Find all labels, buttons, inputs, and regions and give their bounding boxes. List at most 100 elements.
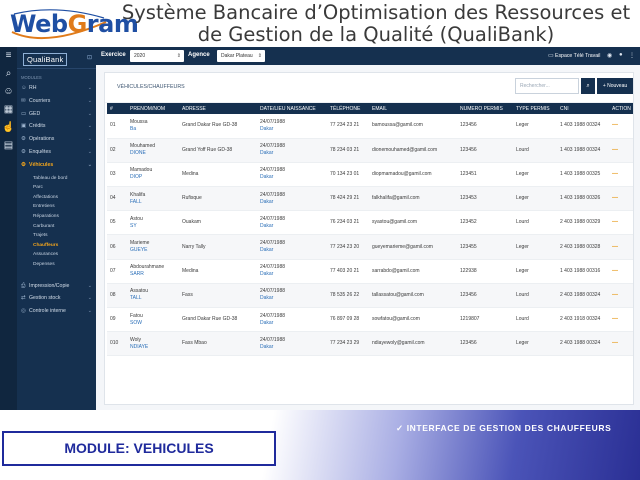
prenom: Fatou <box>130 312 143 319</box>
column-header: EMAIL <box>369 103 457 114</box>
gear-icon: ⚙ <box>21 136 26 143</box>
pin-icon[interactable]: ⊡ <box>87 54 92 61</box>
card-title: VÉHICULES/CHAUFFEURS <box>117 84 185 90</box>
column-header: ACTION <box>609 103 633 114</box>
name-cell: Woly NDIAYE <box>127 331 179 357</box>
user-icon[interactable]: ☺ <box>0 83 17 101</box>
phone-cell: 77 234 23 20 <box>327 234 369 260</box>
sidebar-item-cr-dits[interactable]: ▣ Crédits ⌄ <box>17 120 96 133</box>
action-cell: — <box>609 210 633 236</box>
espace-teletravail-link[interactable]: Espace Télé Travail <box>555 53 600 59</box>
permis-number-cell: 123455 <box>457 234 513 260</box>
agence-select[interactable]: Dakar Plateau ⇕ <box>217 50 265 62</box>
exercice-select[interactable]: 2020 ⇕ <box>130 50 184 62</box>
sidebar-item-gestion-stock[interactable]: ⇄ Gestion stock ⌄ <box>17 292 96 305</box>
sidebar-item-courriers[interactable]: ✉ Courriers ⌄ <box>17 95 96 108</box>
sidebar-item-rh[interactable]: ☺ RH ⌄ <box>17 82 96 95</box>
column-header: DATE/LIEU NAISSANCE <box>257 103 327 114</box>
slide-title: Système Bancaire d’Optimisation des Ress… <box>121 1 631 46</box>
exercice-select-value: 2020 <box>134 53 146 59</box>
agence-label: Agence <box>188 52 210 58</box>
sidebar-subitem-r-parations[interactable]: Réparations <box>17 212 96 222</box>
search-icon: ⌕ <box>586 83 590 89</box>
sidebar-item-op-rations[interactable]: ⚙ Opérations ⌄ <box>17 133 96 146</box>
sidebar-item-label: Enquêtes <box>29 148 51 155</box>
permis-type-cell: Lourd <box>513 138 557 163</box>
sidebar-subitem-depenses[interactable]: Depenses <box>17 260 96 270</box>
name-cell: Fatou SOW <box>127 307 179 333</box>
chauffeurs-table: # PRENOM/NOM ADRESSE DATE/LIEU NAISSANCE TÉL… <box>107 103 633 357</box>
permis-number-cell: 1219807 <box>457 307 513 333</box>
name-cell: Abdourahmane SARR <box>127 259 179 284</box>
table-row: 01 Moussa Ba Grand Dakar Rue GD-38 24/07/198… <box>107 114 633 139</box>
sidebar-subitem-assurances[interactable]: Assurances <box>17 250 96 260</box>
action-menu-button[interactable]: — <box>612 122 618 128</box>
prenom: Assatou <box>130 288 149 295</box>
email-cell: dionemouhamed@gamil.com <box>369 138 457 163</box>
action-menu-button[interactable]: — <box>612 244 618 250</box>
table-header-row: # PRENOM/NOM ADRESSE DATE/LIEU NAISSANCE TÉL… <box>107 103 633 114</box>
name-cell: Assatou TALL <box>127 283 179 309</box>
action-menu-button[interactable]: — <box>612 147 618 153</box>
icon-bar: ≡ ⌕ ☺ ▦ ☝ ▤ <box>0 47 17 410</box>
action-menu-button[interactable]: — <box>612 195 618 201</box>
permis-number-cell: 123456 <box>457 283 513 309</box>
sidebar-subitem-entretiens[interactable]: Entretiens <box>17 202 96 212</box>
user-profile-icon[interactable]: ● <box>619 52 623 58</box>
action-cell: — <box>609 162 633 188</box>
action-menu-button[interactable]: — <box>612 219 618 225</box>
action-cell: — <box>609 114 633 139</box>
table-row: 010 Woly NDIAYE Fass Mbao 24/07/1988 Dakar 77 … <box>107 331 633 357</box>
name-cell: Mouhamed DIONE <box>127 138 179 163</box>
notification-icon[interactable]: ◉ <box>607 52 612 59</box>
action-cell: — <box>609 234 633 260</box>
like-icon[interactable]: ☝ <box>0 119 17 137</box>
search-icon[interactable]: ⌕ <box>0 65 17 83</box>
cni-cell: 2 403 1988 00328 <box>557 234 609 260</box>
nom: SY <box>130 222 137 229</box>
column-header: ADRESSE <box>179 103 257 114</box>
sidebar-item-label: Controle interne <box>29 308 66 315</box>
briefcase-icon[interactable]: ▤ <box>0 137 17 155</box>
sidebar-subitem-carburant[interactable]: Carburant <box>17 222 96 232</box>
action-menu-button[interactable]: — <box>612 316 618 322</box>
webgram-logo: WebGram <box>6 8 139 42</box>
menu-icon[interactable]: ≡ <box>0 47 17 65</box>
birth-cell: 24/07/1988 Dakar <box>257 259 327 284</box>
chevron-down-icon: ⌄ <box>87 123 92 130</box>
sidebar-subitem-parc[interactable]: Parc <box>17 183 96 193</box>
action-menu-button[interactable]: — <box>612 292 618 298</box>
sidebar: QualiBank ⊡ MODULES ☺ RH ⌄ ✉ Courriers ⌄ ▭ GED ⌄… <box>17 47 96 410</box>
search-input[interactable]: Rechercher... <box>515 78 579 94</box>
search-button[interactable]: ⌕ <box>581 78 595 94</box>
nom: DIOP <box>130 174 143 181</box>
row-number: 08 <box>107 283 127 309</box>
more-options-icon[interactable]: ⋮ <box>629 52 635 59</box>
action-menu-button[interactable]: — <box>612 268 618 274</box>
birth-date: 24/07/1988 <box>260 240 286 247</box>
column-header: CNI <box>557 103 609 114</box>
action-menu-button[interactable]: — <box>612 171 618 177</box>
email-cell: diopmamadou@gamil.com <box>369 162 457 188</box>
sidebar-subitem-chauffeurs[interactable]: Chauffeurs <box>17 241 96 251</box>
new-chauffeur-button[interactable]: + Nouveau <box>597 78 633 94</box>
nom: FALL <box>130 198 142 205</box>
sidebar-item-ged[interactable]: ▭ GED ⌄ <box>17 108 96 121</box>
sidebar-subitem-tableau-de-bord[interactable]: Tableau de bord <box>17 174 96 184</box>
prenom: Marieme <box>130 240 150 247</box>
name-cell: Moussa Ba <box>127 114 179 139</box>
table-row: 04 Khalifa FALL Rufisque 24/07/1988 Dakar 78 4… <box>107 186 633 212</box>
interface-caption: ✓ INTERFACE DE GESTION DES CHAUFFEURS <box>396 423 611 434</box>
sidebar-item-impression-copie[interactable]: ⎙ Impression/Copie ⌄ <box>17 280 96 293</box>
sidebar-subitem-trajets[interactable]: Trajets <box>17 231 96 241</box>
sidebar-item-enqu-tes[interactable]: ⚙ Enquêtes ⌄ <box>17 146 96 159</box>
sidebar-subitem-affectations[interactable]: Affectations <box>17 193 96 203</box>
sidebar-item-controle-interne[interactable]: ◎ Controle interne ⌄ <box>17 305 96 318</box>
action-menu-button[interactable]: — <box>612 340 618 346</box>
card-header: VÉHICULES/CHAUFFEURS Rechercher... ⌕ + N… <box>105 73 633 103</box>
birth-date: 24/07/1988 <box>260 264 286 271</box>
permis-type-cell: Leger <box>513 234 557 260</box>
sidebar-item-v-hicules[interactable]: ⚙ Véhicules ⌄ <box>17 159 96 172</box>
calendar-icon[interactable]: ▦ <box>0 101 17 119</box>
name-cell: Marieme GUEYE <box>127 234 179 260</box>
